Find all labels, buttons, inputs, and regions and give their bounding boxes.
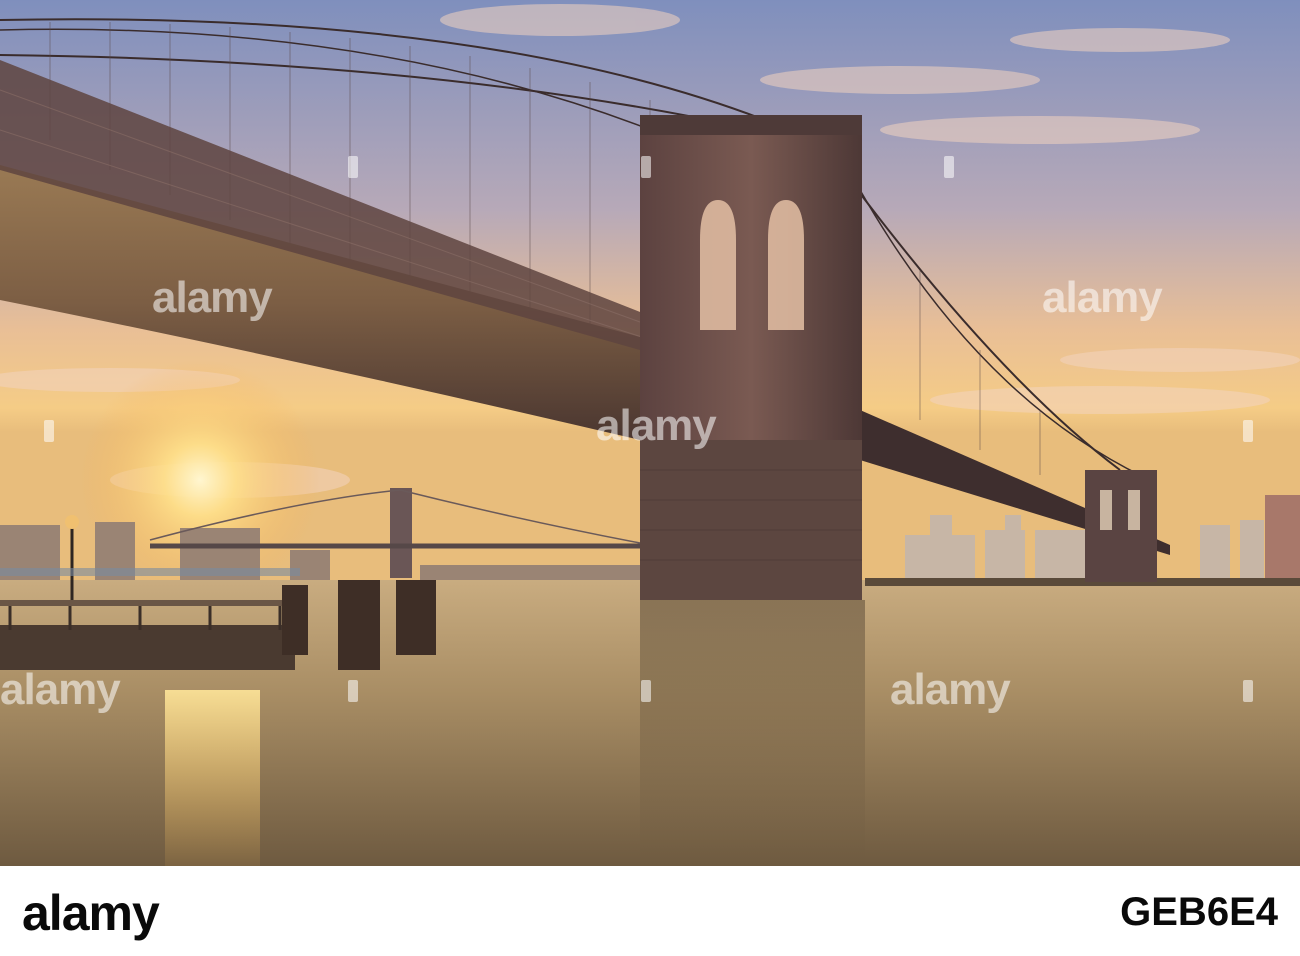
far-shore: [865, 578, 1300, 586]
watermark-edge-mark: [944, 156, 954, 178]
watermark-edge-mark: [348, 156, 358, 178]
watermark-edge-mark: [1243, 680, 1253, 702]
footer-bar: alamy GEB6E4: [0, 866, 1300, 956]
watermark-edge-mark: [641, 680, 651, 702]
far-tower: [1085, 470, 1157, 582]
image-id: GEB6E4: [1120, 890, 1278, 934]
sun-reflection: [165, 690, 260, 866]
watermark-edge-mark: [1243, 420, 1253, 442]
main-tower: [640, 115, 862, 600]
watermark-edge-mark: [641, 156, 651, 178]
tower-reflection: [640, 600, 865, 866]
alamy-logo[interactable]: alamy: [22, 884, 160, 942]
stock-photo: alamy alamy alamy alamy alamy: [0, 0, 1300, 866]
watermark-edge-mark: [44, 420, 54, 442]
watermark-edge-mark: [348, 680, 358, 702]
bridge-scene: [0, 0, 1300, 866]
